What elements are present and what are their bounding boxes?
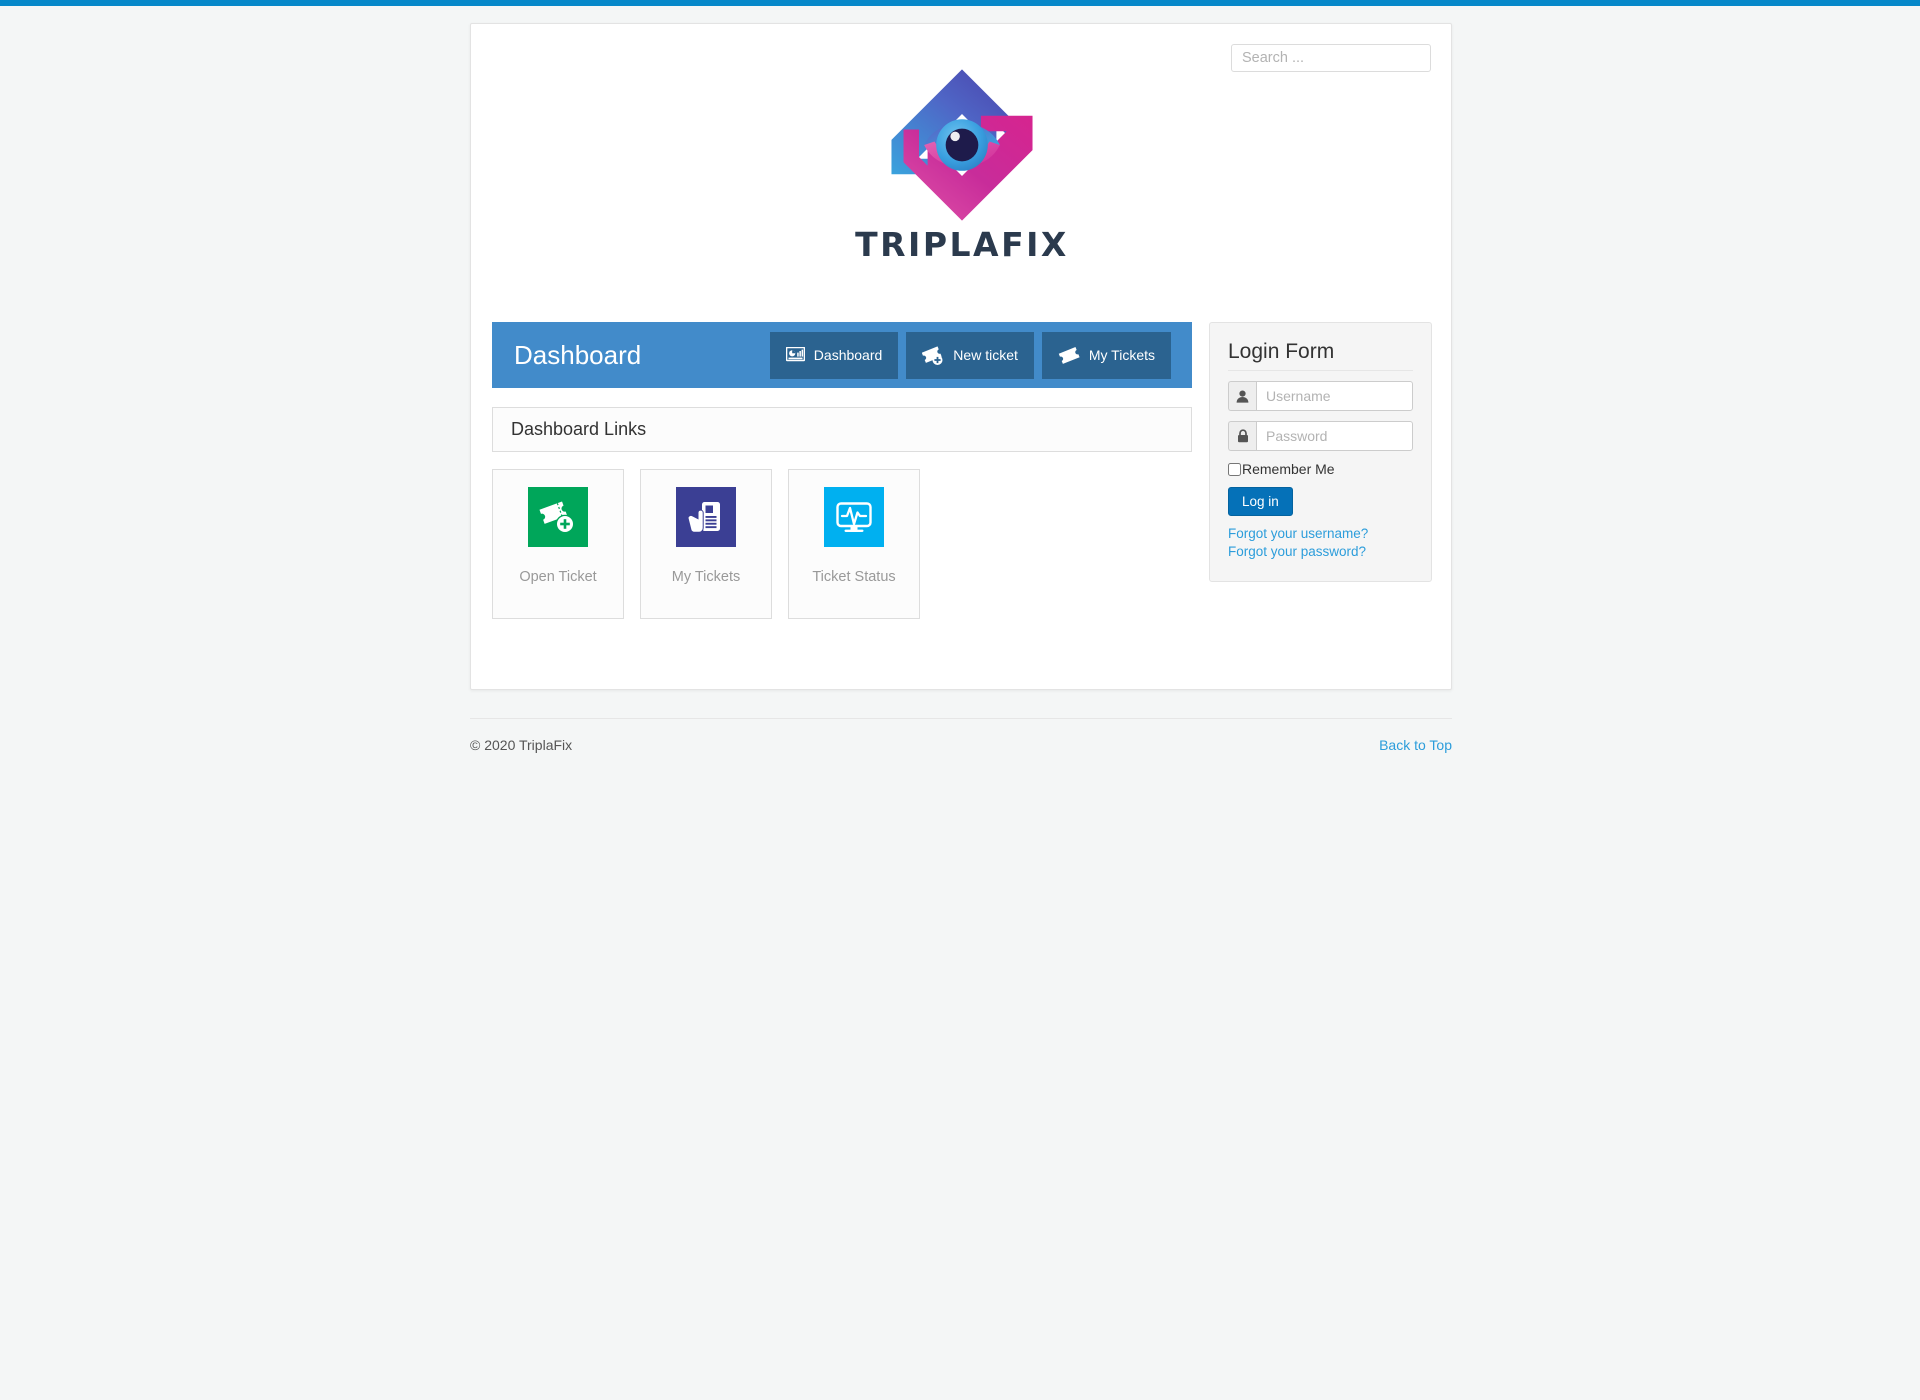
- chart-monitor-icon: [785, 347, 805, 363]
- card-ticket-status[interactable]: Ticket Status: [788, 469, 920, 619]
- ticket-plus-icon: [922, 345, 944, 365]
- login-form-title: Login Form: [1228, 340, 1335, 363]
- login-form-panel: Login Form Remember Me: [1209, 322, 1432, 582]
- nav-label-my-tickets: My Tickets: [1088, 347, 1155, 363]
- monitor-pulse-icon: [824, 487, 884, 547]
- password-input[interactable]: [1256, 421, 1413, 451]
- dashboard-nav: Dashboard New ticket My Tickets: [769, 331, 1192, 379]
- brand-wordmark: TRIPLAFIX: [855, 225, 1069, 264]
- user-icon: [1228, 381, 1256, 411]
- remember-me-checkbox[interactable]: [1228, 462, 1241, 476]
- page-footer: © 2020 TriplaFix Back to Top: [470, 718, 1452, 753]
- nav-button-new-ticket[interactable]: New ticket: [906, 331, 1034, 379]
- card-label-ticket-status: Ticket Status: [812, 569, 896, 585]
- hand-document-icon: [676, 487, 736, 547]
- username-field-group: [1228, 381, 1413, 411]
- card-label-open-ticket: Open Ticket: [519, 569, 597, 585]
- ticket-add-icon: [528, 487, 588, 547]
- remember-me-row: Remember Me: [1228, 461, 1413, 477]
- nav-button-my-tickets[interactable]: My Tickets: [1041, 331, 1171, 379]
- login-title-divider: [1228, 370, 1413, 371]
- password-field-group: [1228, 421, 1413, 451]
- triplafix-house-eye-logo-icon: [876, 59, 1048, 231]
- dashboard-header: Dashboard Dashboard New ticket My Ticket…: [492, 322, 1192, 388]
- card-label-my-tickets: My Tickets: [671, 569, 741, 585]
- back-to-top-link[interactable]: Back to Top: [1379, 737, 1452, 753]
- forgot-password-link[interactable]: Forgot your password?: [1228, 544, 1413, 560]
- username-input[interactable]: [1256, 381, 1413, 411]
- forgot-username-link[interactable]: Forgot your username?: [1228, 526, 1413, 542]
- nav-button-dashboard[interactable]: Dashboard: [769, 331, 899, 379]
- main-container: TRIPLAFIX Dashboard Dashboard: [470, 23, 1452, 690]
- nav-label-dashboard: Dashboard: [813, 347, 883, 363]
- login-help-links: Forgot your username? Forgot your passwo…: [1228, 526, 1413, 559]
- brand-logo[interactable]: TRIPLAFIX: [471, 59, 1453, 264]
- login-submit-button[interactable]: Log in: [1228, 487, 1293, 516]
- remember-me-label: Remember Me: [1242, 461, 1335, 477]
- lock-icon: [1228, 421, 1256, 451]
- top-accent-bar: [0, 0, 1920, 6]
- page-title: Dashboard: [514, 340, 642, 370]
- card-my-tickets[interactable]: My Tickets: [640, 469, 772, 619]
- nav-label-new-ticket: New ticket: [953, 347, 1018, 363]
- ticket-icon: [1058, 345, 1080, 365]
- footer-copyright: © 2020 TriplaFix: [470, 737, 573, 753]
- card-open-ticket[interactable]: Open Ticket: [492, 469, 624, 619]
- dashboard-links-panel: Dashboard Links: [492, 407, 1192, 452]
- dashboard-cards: Open Ticket My Tickets Ticket Status: [492, 469, 920, 619]
- dashboard-links-title: Dashboard Links: [511, 419, 647, 439]
